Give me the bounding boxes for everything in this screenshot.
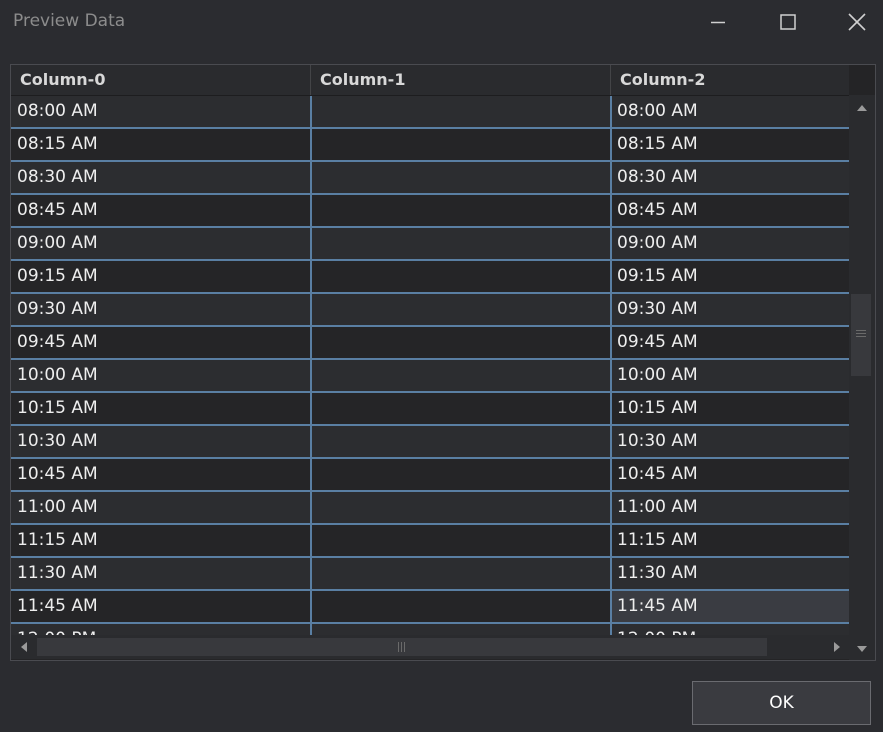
table-row[interactable]: 11:15 AM 11:15 AM [11,525,849,558]
vertical-scrollbar[interactable] [849,95,875,660]
table-cell[interactable] [311,96,611,127]
table-cell[interactable] [311,459,611,490]
table-cell[interactable] [311,327,611,358]
table-cell[interactable]: 12:00 PM [611,624,849,635]
grid-body: 08:00 AM 08:00 AM 08:15 AM 08:15 AM 08:30 AM… [11,96,849,635]
table-cell[interactable] [311,393,611,424]
table-cell[interactable]: 08:45 AM [11,195,311,226]
table-row[interactable]: 08:00 AM 08:00 AM [11,96,849,129]
table-cell[interactable]: 08:30 AM [11,162,311,193]
table-cell[interactable]: 08:30 AM [611,162,849,193]
table-cell[interactable] [311,129,611,160]
table-cell[interactable] [311,228,611,259]
table-cell[interactable]: 09:15 AM [11,261,311,292]
table-cell[interactable]: 09:00 AM [11,228,311,259]
horizontal-scroll-thumb[interactable] [37,638,767,656]
table-cell[interactable] [311,525,611,556]
table-row[interactable]: 11:45 AM 11:45 AM [11,591,849,624]
triangle-down-icon[interactable] [856,645,868,653]
minimize-button[interactable] [689,0,747,44]
table-cell[interactable]: 10:15 AM [611,393,849,424]
maximize-button[interactable] [759,0,817,44]
window-title: Preview Data [13,11,126,31]
table-cell[interactable]: 11:15 AM [611,525,849,556]
table-row[interactable]: 10:15 AM 10:15 AM [11,393,849,426]
table-cell[interactable]: 12:00 PM [11,624,311,635]
table-cell[interactable]: 08:15 AM [611,129,849,160]
table-cell[interactable]: 08:00 AM [611,96,849,127]
column-divider [310,96,312,635]
table-cell[interactable]: 10:00 AM [11,360,311,391]
grid-header: Column-0 Column-1 Column-2 [11,65,849,96]
grip-icon [856,330,866,337]
table-row[interactable]: 10:30 AM 10:30 AM [11,426,849,459]
table-row[interactable]: 08:30 AM 08:30 AM [11,162,849,195]
table-row[interactable]: 12:00 PM 12:00 PM [11,624,849,635]
table-cell[interactable]: 10:15 AM [11,393,311,424]
table-cell[interactable]: 10:45 AM [11,459,311,490]
table-row[interactable]: 09:45 AM 09:45 AM [11,327,849,360]
table-cell[interactable]: 08:45 AM [611,195,849,226]
table-cell[interactable] [311,624,611,635]
table-cell[interactable]: 09:45 AM [11,327,311,358]
triangle-left-icon[interactable] [20,641,28,653]
table-cell[interactable]: 11:45 AM [611,591,849,622]
table-cell[interactable] [311,492,611,523]
table-row[interactable]: 08:45 AM 08:45 AM [11,195,849,228]
column-header-0[interactable]: Column-0 [11,65,311,95]
triangle-right-icon[interactable] [833,641,841,653]
table-cell[interactable] [311,294,611,325]
table-cell[interactable] [311,261,611,292]
table-row[interactable]: 09:15 AM 09:15 AM [11,261,849,294]
table-cell[interactable]: 10:30 AM [611,426,849,457]
close-button[interactable] [828,0,883,44]
ok-button[interactable]: OK [692,681,871,725]
table-row[interactable]: 11:00 AM 11:00 AM [11,492,849,525]
table-cell[interactable]: 11:00 AM [611,492,849,523]
title-bar: Preview Data [0,0,883,44]
maximize-icon [780,14,796,30]
table-cell[interactable]: 11:15 AM [11,525,311,556]
table-row[interactable]: 10:00 AM 10:00 AM [11,360,849,393]
table-cell[interactable]: 09:30 AM [611,294,849,325]
table-row[interactable]: 08:15 AM 08:15 AM [11,129,849,162]
table-cell[interactable] [311,591,611,622]
table-cell[interactable] [311,360,611,391]
column-header-1[interactable]: Column-1 [311,65,611,95]
triangle-up-icon[interactable] [856,104,868,112]
table-row[interactable]: 09:00 AM 09:00 AM [11,228,849,261]
table-cell[interactable]: 09:15 AM [611,261,849,292]
table-cell[interactable]: 08:00 AM [11,96,311,127]
table-cell[interactable]: 11:30 AM [11,558,311,589]
table-row[interactable]: 09:30 AM 09:30 AM [11,294,849,327]
table-cell[interactable]: 09:30 AM [11,294,311,325]
table-cell[interactable]: 10:00 AM [611,360,849,391]
vertical-scroll-thumb[interactable] [851,294,871,376]
table-cell[interactable]: 11:00 AM [11,492,311,523]
horizontal-scrollbar[interactable] [11,635,849,659]
table-cell[interactable] [311,162,611,193]
table-cell[interactable]: 08:15 AM [11,129,311,160]
table-cell[interactable]: 10:30 AM [11,426,311,457]
minimize-icon [711,21,725,24]
table-cell[interactable]: 09:00 AM [611,228,849,259]
close-icon [848,13,866,31]
data-grid[interactable]: Column-0 Column-1 Column-2 08:00 AM 08:00… [10,64,876,661]
column-header-2[interactable]: Column-2 [611,65,849,95]
table-cell[interactable] [311,558,611,589]
table-row[interactable]: 10:45 AM 10:45 AM [11,459,849,492]
table-cell[interactable]: 09:45 AM [611,327,849,358]
column-divider [610,96,612,635]
table-cell[interactable] [311,426,611,457]
table-cell[interactable]: 11:30 AM [611,558,849,589]
table-row[interactable]: 11:30 AM 11:30 AM [11,558,849,591]
table-cell[interactable] [311,195,611,226]
grip-icon [398,642,405,652]
table-cell[interactable]: 11:45 AM [11,591,311,622]
table-cell[interactable]: 10:45 AM [611,459,849,490]
